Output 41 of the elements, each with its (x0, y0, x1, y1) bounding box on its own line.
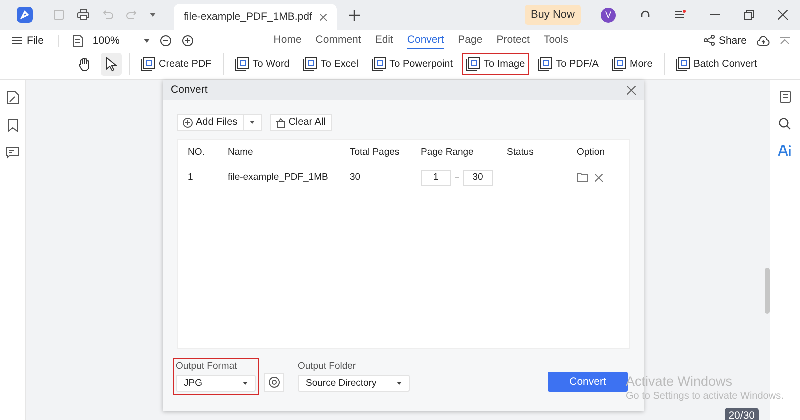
format-dropdown[interactable]: JPG (176, 375, 256, 392)
ribbon-tab[interactable]: Convert (407, 32, 444, 48)
ribbon-tab[interactable]: Page (458, 32, 483, 48)
clear-all-button[interactable]: Clear All (270, 114, 332, 131)
file-menu[interactable]: File (12, 34, 44, 46)
toolbar-button[interactable]: Create PDF (137, 53, 216, 75)
zoom-level[interactable]: 100% (92, 34, 120, 46)
ribbon-tab[interactable]: Comment (316, 32, 362, 48)
folder-dropdown[interactable]: Source Directory (298, 375, 410, 392)
toolbar-button[interactable]: To Image (462, 53, 530, 75)
column-header: Name (227, 146, 254, 158)
toolbar-button[interactable]: To Excel (298, 53, 363, 75)
page-counter: 20/30 (724, 408, 759, 420)
ribbon-tab[interactable]: Tools (544, 32, 568, 48)
column-header: Option (576, 146, 606, 158)
ribbon-tab[interactable]: Edit (375, 32, 394, 48)
share-button[interactable]: Share (718, 34, 747, 46)
toolbar-button[interactable]: To PDF/A (534, 53, 603, 75)
ribbon-tab[interactable]: Protect (496, 32, 530, 48)
table-cell-text: file-example_PDF_1MB (227, 172, 330, 183)
field-label: Output Format (176, 361, 238, 372)
column-header: Status (506, 146, 535, 158)
buy-now-button[interactable]: Buy Now (524, 5, 581, 25)
document-tab[interactable]: file-example_PDF_1MB.pdf (174, 4, 338, 30)
column-header: NO. (187, 146, 206, 158)
range-start-field[interactable]: 1 (421, 170, 451, 186)
column-header: Page Range (420, 146, 475, 158)
range-end-field[interactable]: 30 (463, 170, 493, 186)
toolbar-button[interactable]: To Word (230, 53, 294, 75)
user-avatar[interactable]: V (601, 8, 616, 22)
dialog-title: Convert (171, 84, 208, 96)
ribbon-tab[interactable]: Home (274, 32, 302, 48)
toolbar-button[interactable]: To Powerpoint (368, 53, 458, 75)
activation-notice-text: Go to Settings to activate Windows. (626, 391, 784, 402)
toolbar-button[interactable]: More (608, 53, 657, 75)
field-label: Output Folder (298, 361, 358, 372)
column-header: Total Pages (349, 146, 401, 158)
table-cell-text: 1 (187, 172, 194, 183)
table-cell-text: 30 (349, 172, 362, 183)
add-files-button[interactable]: Add Files (177, 114, 244, 131)
toolbar-button[interactable]: Batch Convert (672, 53, 762, 75)
